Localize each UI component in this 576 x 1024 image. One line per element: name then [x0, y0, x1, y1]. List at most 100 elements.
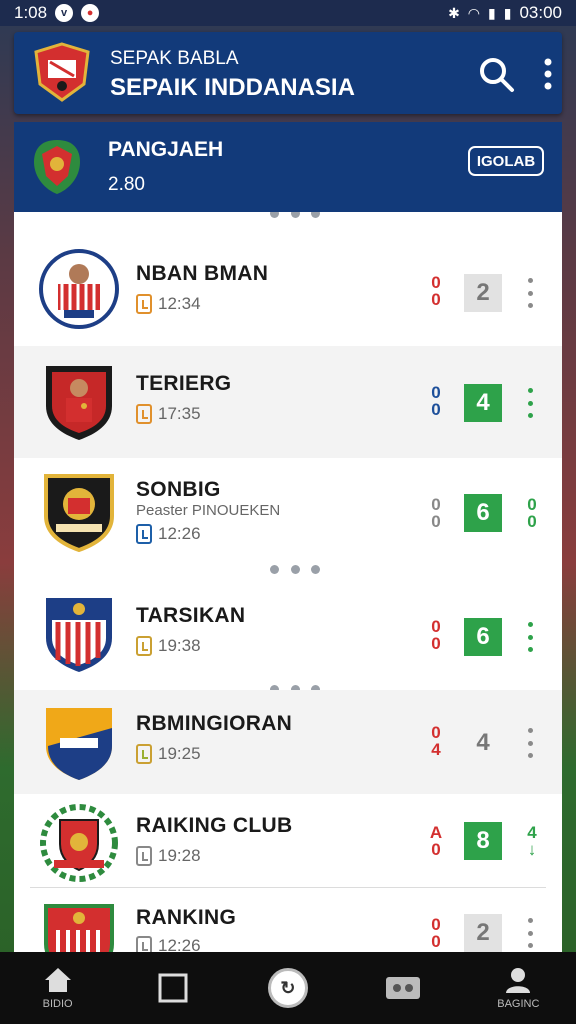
drag-handle[interactable] — [270, 564, 320, 574]
form-bottom: 0 — [431, 932, 441, 951]
app-bar: SEPAK BABLA SEPAIK INDDANASIA — [14, 32, 562, 114]
nav-home-label: BIDIO — [42, 998, 73, 1010]
team-name: RBMINGIORAN — [136, 712, 293, 735]
form-top: 0 — [431, 723, 441, 742]
search-icon[interactable] — [476, 54, 516, 94]
list-item[interactable]: SONBIG Peaster PINOUEKEN 12:26 0 0 6 00 — [14, 458, 562, 570]
timer-icon — [136, 936, 152, 952]
overflow-menu-icon[interactable] — [534, 54, 562, 94]
form-indicator: A 0 — [426, 824, 446, 858]
timer-icon — [136, 404, 152, 424]
home-icon — [44, 968, 71, 992]
app-logo-icon — [34, 42, 90, 102]
timer-icon — [136, 744, 152, 764]
more-icon[interactable]: 4 ↓ — [522, 824, 542, 858]
form-indicator: 0 4 — [426, 724, 446, 758]
match-time: 12:34 — [136, 294, 201, 314]
nav-profile[interactable]: BAGINC — [473, 952, 563, 1024]
wifi-icon: ◠ — [467, 4, 481, 21]
team-name: TARSIKAN — [136, 604, 246, 627]
status-bar: 1:08 v ● ✱ ◠ ▮ ▮ 03:00 — [0, 0, 576, 26]
score-badge: 2 — [464, 274, 502, 312]
timer-icon — [136, 636, 152, 656]
nav-refresh[interactable]: ↻ — [243, 952, 333, 1024]
drag-handle[interactable] — [270, 212, 320, 218]
list-item[interactable]: TERIERG 17:35 0 0 4 — [14, 346, 562, 458]
score-badge: 6 — [464, 618, 502, 656]
form-top: 0 — [431, 915, 441, 934]
score-badge: 2 — [464, 914, 502, 952]
featured-card[interactable]: PANGJAEH 2.80 IGOLAB — [14, 122, 562, 212]
score-badge: 4 — [464, 384, 502, 422]
nav-home[interactable]: BIDIO — [13, 952, 103, 1024]
bluetooth-icon: ✱ — [448, 4, 460, 21]
featured-action-button[interactable]: IGOLAB — [468, 146, 544, 176]
featured-value: 2.80 — [108, 174, 145, 195]
featured-crest-icon — [34, 140, 80, 194]
team-name: SONBIG — [136, 478, 221, 501]
nav-video[interactable] — [358, 952, 448, 1024]
match-time-label: 17:35 — [158, 404, 201, 423]
match-time: 19:25 — [136, 744, 201, 764]
team-crest-icon — [44, 904, 114, 952]
match-time: 19:28 — [136, 846, 201, 866]
list-item[interactable]: NBAN BMAN 12:34 0 0 2 — [14, 234, 562, 346]
team-crest-icon — [46, 366, 112, 440]
team-name: RANKING — [136, 906, 237, 929]
refresh-icon: ↻ — [267, 968, 308, 1008]
match-time: 17:35 — [136, 404, 201, 424]
list-item[interactable]: TARSIKAN 19:38 0 0 6 — [14, 578, 562, 690]
list-item[interactable]: RBMINGIORAN 19:25 0 4 4 — [14, 690, 562, 794]
status-left: 1:08 v ● — [14, 3, 100, 23]
more-icon[interactable] — [522, 724, 538, 762]
form-bottom: 0 — [431, 290, 441, 309]
form-bottom: 0 — [431, 512, 441, 531]
form-top: 0 — [431, 495, 441, 514]
team-crest-icon — [46, 598, 112, 672]
form-bottom: 0 — [431, 634, 441, 653]
team-name: TERIERG — [136, 372, 232, 395]
form-top: 0 — [431, 383, 441, 402]
more-icon[interactable] — [522, 914, 538, 952]
list-item[interactable]: RANKING 12:26 0 0 2 — [14, 888, 562, 952]
list-item[interactable]: RAIKING CLUB 19:28 A 0 8 4 ↓ — [14, 794, 562, 888]
score-badge: 4 — [476, 729, 490, 756]
form-bottom: 0 — [431, 400, 441, 419]
status-clock: 03:00 — [519, 3, 562, 22]
more-icon[interactable] — [522, 274, 538, 312]
profile-icon — [506, 968, 531, 993]
video-icon — [386, 977, 421, 999]
battery-icon: ▮ — [503, 4, 512, 21]
match-time-label: 12:26 — [158, 936, 201, 952]
more-icon[interactable] — [522, 384, 538, 422]
form-top: 0 — [431, 273, 441, 292]
team-subtitle: Peaster PINOUEKEN — [136, 502, 281, 519]
app-notification-icon: ● — [81, 4, 100, 22]
match-time: 12:26 — [136, 524, 201, 544]
match-time-label: 12:34 — [158, 294, 201, 313]
app-title: SEPAIK INDDANASIA — [110, 74, 355, 101]
form-top: 0 — [431, 617, 441, 636]
team-name: NBAN BMAN — [136, 262, 269, 285]
nav-square[interactable] — [128, 952, 218, 1024]
form-top: A — [429, 823, 443, 842]
timer-icon — [136, 524, 152, 544]
team-crest-icon — [39, 249, 119, 329]
form-indicator: 0 0 — [426, 274, 446, 308]
more-icon[interactable] — [522, 618, 538, 656]
app-subtitle: SEPAK BABLA — [110, 48, 239, 69]
match-time: 19:38 — [136, 636, 201, 656]
notification-icon: v — [55, 4, 74, 22]
form-indicator: 0 0 — [426, 916, 446, 950]
timer-icon — [136, 294, 152, 314]
square-icon — [158, 973, 188, 1003]
score-badge: 8 — [464, 822, 502, 860]
more-icon[interactable]: 00 — [522, 496, 542, 530]
team-crest-icon — [40, 804, 118, 882]
score-badge: 6 — [464, 494, 502, 532]
ranking-list: NBAN BMAN 12:34 0 0 2 TERIERG 17:35 0 0 — [14, 212, 562, 952]
status-right: ✱ ◠ ▮ ▮ 03:00 — [448, 3, 562, 23]
match-time-label: 12:26 — [158, 524, 201, 543]
team-crest-icon — [44, 474, 114, 552]
match-time-label: 19:28 — [158, 846, 201, 865]
